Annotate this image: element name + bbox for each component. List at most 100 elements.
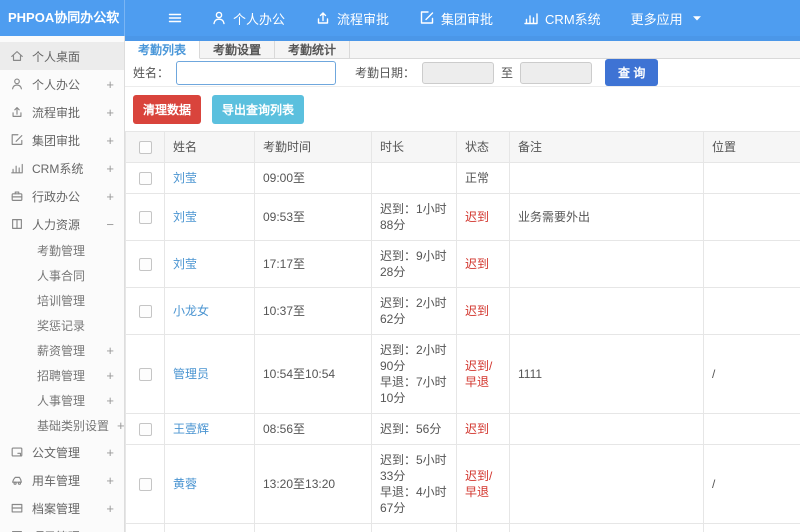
sidebar-item-label: 公文管理 <box>32 445 81 460</box>
employee-name-link[interactable]: 刘莹 <box>173 257 197 271</box>
sidebar-item-薪资管理[interactable]: 薪资管理 + <box>0 338 124 363</box>
row-checkbox[interactable] <box>138 211 152 225</box>
tab-考勤设置[interactable]: 考勤设置 <box>200 41 276 58</box>
cell-note: 1111 <box>509 334 704 414</box>
sidebar-item-行政办公[interactable]: 行政办公 + <box>0 182 124 210</box>
employee-name-link[interactable]: 刘莹 <box>173 210 197 224</box>
sidebar-item-CRM系统[interactable]: CRM系统 + <box>0 154 124 182</box>
cell-time: 10:37至 <box>254 287 372 335</box>
cell-location <box>703 287 800 335</box>
nav-item-3[interactable]: 集团审批 <box>419 9 493 28</box>
employee-name-link[interactable]: 王壹辉 <box>173 422 209 436</box>
cell-location: / <box>703 334 800 414</box>
cell-time: 09:53至 <box>254 193 372 241</box>
column-header-姓名: 姓名 <box>164 131 255 163</box>
collapse-minus-icon: − <box>106 216 114 232</box>
table-header-row: 姓名 考勤时间 时长 状态 备注 位置 <box>125 131 800 163</box>
sidebar-item-流程审批[interactable]: 流程审批 + <box>0 98 124 126</box>
date-to-input[interactable] <box>520 61 593 84</box>
sidebar-item-奖惩记录[interactable]: 奖惩记录 <box>0 313 124 338</box>
expand-plus-icon: + <box>106 104 114 120</box>
row-checkbox[interactable] <box>138 368 152 382</box>
sidebar-item-集团审批[interactable]: 集团审批 + <box>0 126 124 154</box>
cell-duration: 迟到：9小时28分 <box>371 240 457 288</box>
sidebar-item-培训管理[interactable]: 培训管理 <box>0 288 124 313</box>
expand-plus-icon: + <box>106 393 114 408</box>
expand-plus-icon: + <box>106 160 114 176</box>
to-label: 至 <box>501 66 514 80</box>
cell-status: 迟到 <box>456 240 510 288</box>
chart-icon <box>523 10 539 26</box>
select-all-checkbox[interactable] <box>138 141 152 155</box>
sidebar-item-人力资源[interactable]: 人力资源 − <box>0 210 124 238</box>
duration-line: 迟到：9小时28分 <box>380 249 447 279</box>
sidebar-item-人事管理[interactable]: 人事管理 + <box>0 388 124 413</box>
sidebar-item-label: 用车管理 <box>32 473 81 488</box>
employee-name-link[interactable]: 管理员 <box>173 367 209 381</box>
cell-time: 17:17至 <box>254 240 372 288</box>
archive-icon <box>10 501 24 515</box>
employee-name-link[interactable]: 小龙女 <box>173 304 209 318</box>
expand-plus-icon: + <box>106 529 114 532</box>
employee-name-link[interactable]: 黄蓉 <box>173 477 197 491</box>
nav-item-2[interactable]: 流程审批 <box>315 9 389 28</box>
cell-duration: 迟到：2小时62分 <box>371 287 457 335</box>
status-badge: 迟到/早退 <box>465 469 493 499</box>
nav-item-4[interactable]: CRM系统 <box>523 9 601 28</box>
sidebar-item-用车管理[interactable]: 用车管理 + <box>0 466 124 494</box>
row-checkbox-cell <box>125 287 165 335</box>
row-checkbox[interactable] <box>138 478 152 492</box>
date-from-input[interactable] <box>422 61 495 84</box>
nav-item-5[interactable]: 更多应用 <box>631 9 705 28</box>
row-checkbox[interactable] <box>138 423 152 437</box>
sidebar-item-人事合同[interactable]: 人事合同 <box>0 263 124 288</box>
expand-plus-icon: + <box>106 343 114 358</box>
status-badge: 迟到 <box>465 422 490 436</box>
cell-location: / <box>703 444 800 524</box>
row-checkbox[interactable] <box>138 258 152 272</box>
name-input[interactable] <box>176 60 337 85</box>
row-checkbox[interactable] <box>138 172 152 186</box>
tab-考勤列表[interactable]: 考勤列表 <box>125 41 201 59</box>
menu-icon[interactable] <box>167 10 183 26</box>
cell-status: 迟到 <box>456 193 510 241</box>
column-header-备注: 备注 <box>509 131 704 163</box>
duration-line: 迟到：2小时90分 <box>380 343 447 373</box>
sidebar-item-个人办公[interactable]: 个人办公 + <box>0 70 124 98</box>
table-row: 王壹辉 08:56至 迟到：56分 迟到 <box>125 413 800 445</box>
query-button[interactable]: 查 询 <box>605 59 659 86</box>
employee-name-link[interactable]: 刘莹 <box>173 171 197 185</box>
briefcase-icon <box>10 189 24 203</box>
cell-status: 迟到 <box>456 413 510 445</box>
nav-item-1[interactable]: 个人办公 <box>211 9 285 28</box>
sidebar-item-项目管理[interactable]: 项目管理 + <box>0 522 124 532</box>
duration-line: 早退：4小时67分 <box>380 485 447 515</box>
cell-name: 王壹辉 <box>164 413 255 445</box>
sidebar-item-公文管理[interactable]: 公文管理 + <box>0 438 124 466</box>
sidebar-item-label: 招聘管理 <box>37 369 86 383</box>
status-badge: 迟到 <box>465 257 490 271</box>
sidebar-item-个人桌面[interactable]: 个人桌面 <box>0 42 124 70</box>
sidebar-item-考勤管理[interactable]: 考勤管理 <box>0 238 124 263</box>
cell-duration: 迟到：5小时33分 早退：4小时67分 <box>371 444 457 524</box>
clean-data-button[interactable]: 清理数据 <box>133 95 202 124</box>
sidebar-item-基础类别设置[interactable]: 基础类别设置 + <box>0 413 124 438</box>
attendance-table-body: 刘莹 09:00至 正常 刘莹 09:53至 迟到：1小时88分 迟到 业务需要外出 刘莹 17:… <box>125 162 800 532</box>
cell-time: 10:54至10:54 <box>254 334 372 414</box>
cell-note <box>509 287 704 335</box>
sidebar-item-label: 个人桌面 <box>32 49 81 64</box>
sidebar-item-label: 培训管理 <box>37 294 86 308</box>
expand-plus-icon: + <box>106 472 114 488</box>
table-row: 黄蓉 13:20至13:20 迟到：5小时33分 早退：4小时67分 迟到/早退 / <box>125 444 800 524</box>
sidebar-item-档案管理[interactable]: 档案管理 + <box>0 494 124 522</box>
column-header-位置: 位置 <box>703 131 800 163</box>
row-checkbox[interactable] <box>138 305 152 319</box>
cell-name: 黄蓉 <box>164 444 255 524</box>
attendance-table: 姓名 考勤时间 时长 状态 备注 位置 刘莹 09:00至 正常 刘莹 09:53至 迟到：1小时8… <box>125 131 800 532</box>
export-list-button[interactable]: 导出查询列表 <box>212 95 305 124</box>
cell-name: 小龙女 <box>164 287 255 335</box>
duration-line: 迟到：2小时62分 <box>380 296 447 326</box>
sidebar-item-招聘管理[interactable]: 招聘管理 + <box>0 363 124 388</box>
top-navbar: PHPOA协同办公软件 个人办公 流程审批 集团审批 CRM系统 更多应用 <box>0 0 800 61</box>
tab-考勤统计[interactable]: 考勤统计 <box>275 41 351 58</box>
